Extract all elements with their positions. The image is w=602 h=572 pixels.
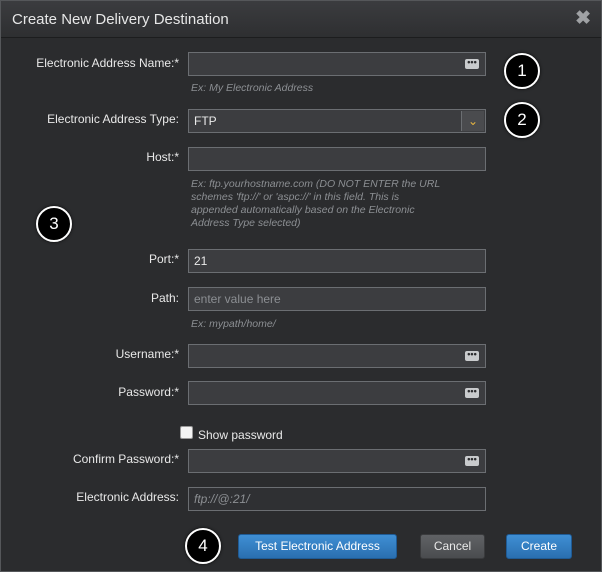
dialog-title: Create New Delivery Destination (12, 11, 229, 28)
port-input[interactable]: 21 (188, 249, 486, 273)
show-password-checkbox[interactable] (180, 426, 193, 439)
path-label: Path: (150, 291, 179, 305)
confirm-password-input[interactable] (188, 449, 486, 473)
address-name-input[interactable] (188, 52, 486, 76)
address-type-value: FTP (194, 114, 217, 128)
electronic-address-label: Electronic Address: (76, 490, 179, 504)
confirm-password-label: Confirm Password:* (72, 452, 179, 466)
more-options-icon[interactable]: ••• (465, 455, 479, 466)
close-icon[interactable]: ✖ (575, 7, 591, 30)
more-options-icon[interactable]: ••• (465, 58, 479, 69)
chevron-down-icon[interactable]: ⌄ (461, 111, 484, 131)
more-options-icon[interactable]: ••• (465, 350, 479, 361)
host-input[interactable] (188, 147, 486, 171)
address-type-select[interactable]: FTP ⌄ (188, 109, 486, 133)
show-password-label: Show password (198, 428, 283, 442)
callout-badge-1: 1 (504, 53, 540, 89)
electronic-address-value: ftp://@:21/ (188, 487, 486, 511)
password-input[interactable] (188, 381, 486, 405)
create-button[interactable]: Create (506, 534, 572, 559)
path-input[interactable]: enter value here (188, 287, 486, 311)
test-electronic-address-button[interactable]: Test Electronic Address (238, 534, 397, 559)
username-label: Username:* (115, 347, 179, 361)
host-label: Host:* (146, 150, 179, 164)
callout-badge-4: 4 (185, 528, 221, 564)
path-hint: Ex: mypath/home/ (191, 318, 276, 330)
cancel-button[interactable]: Cancel (420, 534, 485, 559)
dialog-titlebar: Create New Delivery Destination ✖ (1, 1, 601, 38)
create-delivery-destination-dialog: Create New Delivery Destination ✖ Electr… (0, 0, 602, 572)
callout-badge-2: 2 (504, 102, 540, 138)
address-type-label: Electronic Address Type: (47, 112, 179, 126)
port-label: Port:* (148, 252, 179, 266)
address-name-label: Electronic Address Name:* (36, 56, 179, 70)
more-options-icon[interactable]: ••• (465, 387, 479, 398)
username-input[interactable] (188, 344, 486, 368)
host-hint: Ex: ftp.yourhostname.com (DO NOT ENTER t… (191, 178, 440, 229)
password-label: Password:* (118, 385, 179, 399)
callout-badge-3: 3 (36, 206, 72, 242)
address-name-hint: Ex: My Electronic Address (191, 82, 314, 94)
